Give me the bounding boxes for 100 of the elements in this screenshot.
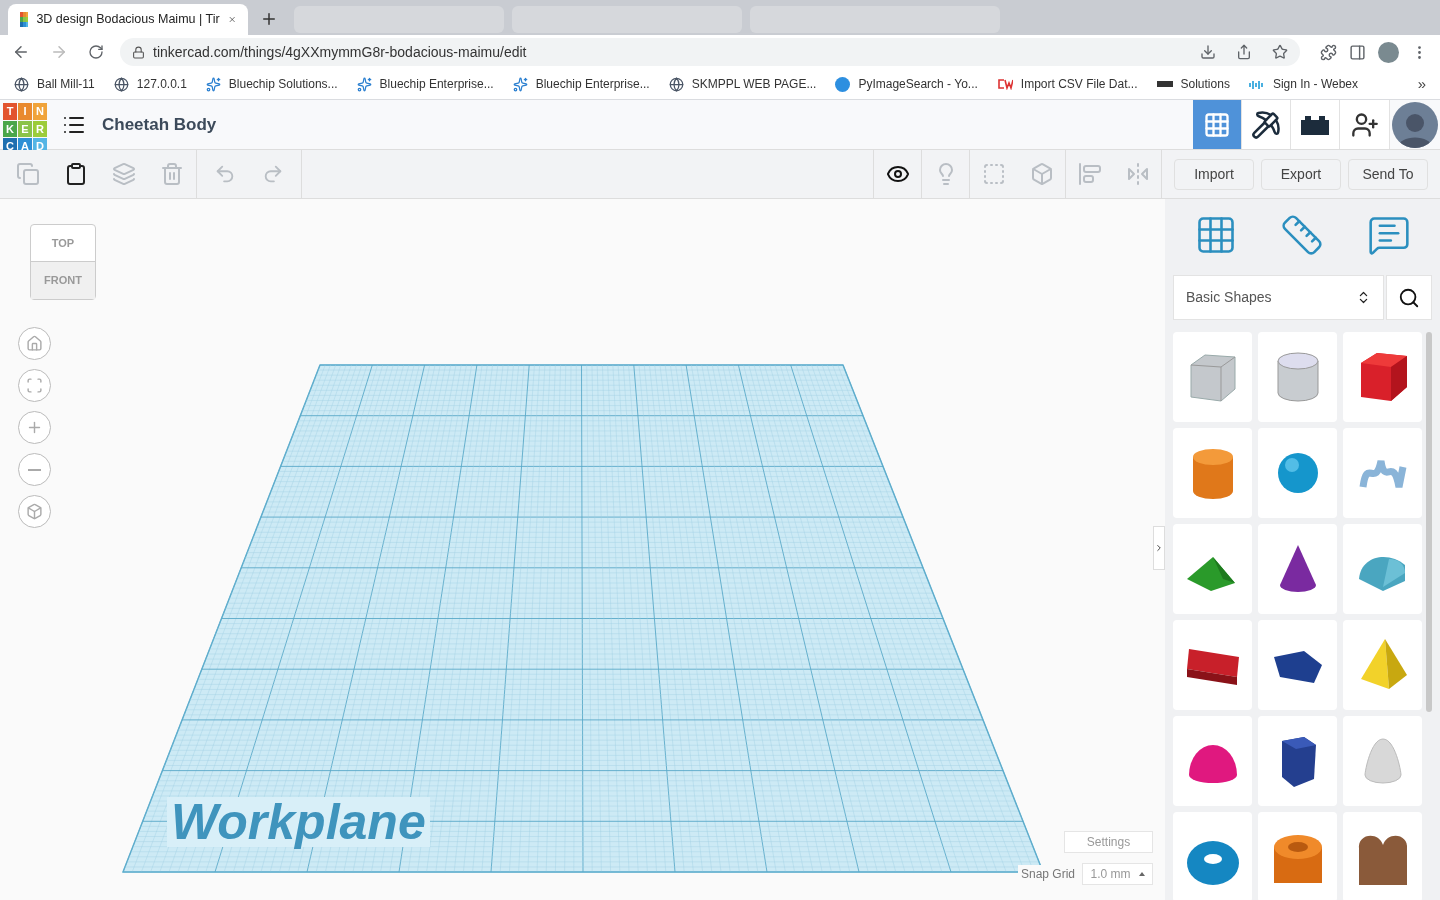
browser-tab[interactable]: 3D design Bodacious Maimu | Tir — [8, 4, 248, 35]
shape-tile[interactable] — [1258, 428, 1337, 518]
globe-icon — [113, 76, 129, 92]
bookmark-item[interactable]: Bluechip Solutions... — [205, 75, 338, 93]
cube-front-face: FRONT — [31, 262, 95, 299]
redo-icon[interactable] — [262, 163, 284, 185]
shape-tile[interactable] — [1343, 620, 1422, 710]
shape-tile[interactable] — [1343, 428, 1422, 518]
reload-icon[interactable] — [88, 44, 104, 60]
search-icon — [1398, 286, 1420, 309]
shape-category-dropdown[interactable]: Basic Shapes — [1173, 275, 1384, 320]
paste-icon[interactable] — [64, 162, 88, 186]
bookmark-label: 127.0.0.1 — [136, 76, 187, 93]
shape-tile[interactable] — [1258, 716, 1337, 806]
action-button[interactable]: Export — [1261, 158, 1341, 190]
bookmark-item[interactable]: Import CSV File Dat... — [996, 75, 1138, 93]
minus-icon — [28, 468, 41, 471]
pickaxe-icon — [1251, 109, 1281, 140]
install-icon[interactable] — [1200, 44, 1216, 60]
plus-icon — [26, 419, 43, 436]
url-text: tinkercad.com/things/4gXXmymmG8r-bodacious-maimu/edit — [153, 42, 527, 62]
mode-button[interactable] — [1242, 100, 1291, 149]
shape-tile[interactable] — [1258, 812, 1337, 900]
sparkle-icon — [356, 76, 372, 92]
logo-letter: I — [18, 103, 32, 120]
share-icon[interactable] — [1236, 44, 1252, 60]
globe-icon — [668, 76, 684, 92]
shape-tile[interactable] — [1173, 524, 1252, 614]
profile-avatar[interactable] — [1378, 41, 1399, 63]
sparkle-icon — [205, 76, 221, 92]
zoom-in-button[interactable] — [18, 411, 51, 444]
bookmark-item[interactable]: PyImageSearch - Yo... — [835, 75, 978, 93]
shape-tile[interactable] — [1343, 524, 1422, 614]
bookmark-item[interactable]: Ball Mill-11 — [14, 75, 95, 93]
logo-letter: R — [33, 120, 47, 137]
mirror-icon[interactable] — [1125, 162, 1150, 186]
bookmark-label: Import CSV File Dat... — [1020, 76, 1138, 93]
bookmark-item[interactable]: Sign In - Webex — [1248, 75, 1359, 93]
shape-tile[interactable] — [1343, 332, 1422, 422]
action-button[interactable]: Send To — [1348, 158, 1428, 190]
design-title[interactable]: Cheetah Body — [102, 111, 217, 138]
category-value: Basic Shapes — [1186, 288, 1272, 307]
bookmark-label: Bluechip Enterprise... — [379, 76, 494, 93]
cube-icon — [26, 503, 43, 520]
invite-button[interactable] — [1340, 100, 1390, 149]
shape-tile[interactable] — [1173, 428, 1252, 518]
bookmark-label: Solutions — [1180, 76, 1230, 93]
logo-icon — [1248, 79, 1265, 89]
bookmark-star-icon[interactable] — [1272, 44, 1288, 60]
address-bar[interactable]: tinkercad.com/things/4gXXmymmG8r-bodacious-maimu/edit — [120, 38, 1300, 66]
delete-icon[interactable] — [160, 162, 184, 186]
home-icon — [26, 335, 43, 352]
undo-icon[interactable] — [214, 163, 236, 185]
copy-icon[interactable] — [16, 162, 40, 186]
shape-tile[interactable] — [1258, 620, 1337, 710]
shape-tile[interactable] — [1343, 716, 1422, 806]
logo-letter: E — [18, 120, 32, 137]
shape-tile[interactable] — [1173, 332, 1252, 422]
search-button[interactable] — [1386, 275, 1432, 320]
ruler-icon[interactable] — [1280, 213, 1325, 257]
perspective-button[interactable] — [18, 495, 51, 528]
side-panel-icon[interactable] — [1349, 43, 1366, 61]
shape-tile[interactable] — [1173, 812, 1252, 900]
zoom-out-button[interactable] — [18, 453, 51, 486]
globe-icon — [14, 76, 29, 92]
bookmark-item[interactable]: Bluechip Enterprise... — [356, 75, 494, 93]
tinkercad-favicon-icon — [20, 12, 29, 27]
forward-icon[interactable] — [50, 43, 68, 61]
fit-view-icon — [26, 377, 43, 394]
shape-tile[interactable] — [1343, 812, 1422, 900]
bookmarks-overflow[interactable]: » — [1417, 72, 1426, 96]
logo-icon — [996, 78, 1013, 90]
back-icon[interactable] — [12, 43, 30, 61]
shape-tile[interactable] — [1173, 716, 1252, 806]
fit-view-button[interactable] — [18, 369, 51, 402]
canvas[interactable]: Workplane TOP FRONT Settings Snap Grid 1.0 mm — [0, 199, 1165, 900]
shape-tile[interactable] — [1173, 620, 1252, 710]
extensions-icon[interactable] — [1320, 43, 1337, 61]
bookmark-item[interactable]: SKMPPL WEB PAGE... — [668, 75, 817, 93]
bookmark-item[interactable]: Bluechip Enterprise... — [512, 75, 650, 93]
bookmark-label: SKMPPL WEB PAGE... — [691, 76, 817, 93]
bookmark-item[interactable]: Solutions — [1156, 75, 1230, 93]
bookmark-label: Ball Mill-11 — [37, 76, 95, 93]
bookmark-item[interactable]: 127.0.0.1 — [113, 75, 187, 93]
grid-icon — [1203, 110, 1231, 139]
bookmark-label: Bluechip Solutions... — [228, 76, 338, 93]
logo-letter: K — [3, 120, 17, 137]
mode-button[interactable] — [1291, 100, 1340, 149]
scrollbar[interactable] — [1426, 332, 1432, 712]
new-tab-icon[interactable] — [260, 10, 278, 28]
user-avatar[interactable] — [1392, 102, 1438, 148]
shape-tile[interactable] — [1258, 524, 1337, 614]
shape-tile[interactable] — [1258, 332, 1337, 422]
brick-icon — [1301, 114, 1329, 135]
logo-letter: N — [33, 103, 47, 120]
lock-icon — [132, 45, 145, 59]
logo-icon — [1156, 81, 1173, 87]
align-icon[interactable] — [1078, 162, 1102, 186]
action-button[interactable]: Import — [1174, 158, 1254, 190]
home-view-button[interactable] — [18, 327, 51, 360]
